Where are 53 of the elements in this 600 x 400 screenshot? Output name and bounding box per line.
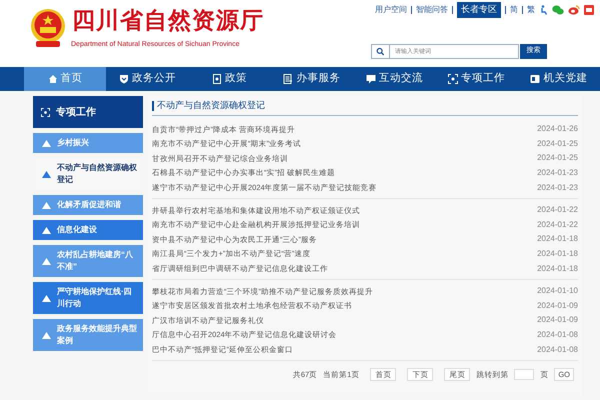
news-date: 2024-01-22 [537,204,578,216]
news-date: 2024-01-25 [537,152,578,164]
news-date: 2024-01-09 [537,300,578,312]
news-date: 2024-01-10 [537,285,578,298]
news-date: 2024-01-18 [537,248,578,260]
sidebar-item[interactable]: 信息化建设 [33,220,143,240]
news-date: 2024-01-22 [537,218,578,231]
nav-tab[interactable]: 政策 [188,67,271,91]
category-icon [42,201,51,209]
news-date: 2024-01-09 [537,314,578,326]
shield-icon [118,74,129,84]
chat-icon [366,74,376,84]
page-field[interactable] [514,368,534,380]
id-card-icon [530,74,540,84]
top-link[interactable]: 繁 [527,4,535,16]
emblem-icon [28,8,68,50]
nav-tab[interactable]: 办事服务 [270,67,354,91]
nav-tab[interactable]: 政务公开 [106,67,189,91]
nav-tab[interactable]: 互动交流 [353,67,436,91]
category-icon [42,294,51,302]
category-icon [42,139,51,147]
category-icon [42,331,51,339]
news-date: 2024-01-18 [537,262,578,275]
news-date: 2024-01-25 [537,138,578,150]
category-icon [42,170,51,178]
top-link[interactable]: 长者专区 [457,2,501,18]
top-link[interactable]: 智能问答 [416,4,448,16]
nav-tab[interactable]: 专项工作 [435,67,518,91]
weibo-icon[interactable] [568,4,580,15]
app-icon[interactable] [584,4,594,15]
sidebar-item[interactable]: 严守耕地保护红线·四川行动 [33,282,143,314]
top-link[interactable]: 用户空间 [375,4,407,16]
nav-tab[interactable]: 机关党建 [518,67,600,91]
news-date: 2024-01-23 [537,182,578,194]
sidebar-title: 专项工作 [56,106,96,120]
accessibility-icon[interactable] [539,4,548,15]
search-icon[interactable] [371,44,389,59]
news-date: 2024-01-26 [537,123,578,136]
section-title: 不动产与自然资源确权登记 [157,98,265,112]
top-link[interactable]: 简 [510,4,518,16]
site-title: 四川省自然资源厅 [72,9,264,32]
category-icon [42,226,51,234]
home-icon [48,74,58,84]
news-date: 2024-01-08 [537,344,578,356]
category-icon [42,257,51,265]
news-date: 2024-01-23 [537,167,578,180]
news-date: 2024-01-18 [537,233,578,246]
focus-icon [448,74,458,84]
document-icon [212,74,222,84]
wechat-icon[interactable] [552,4,564,15]
list-icon [283,74,294,84]
news-date: 2024-01-08 [537,329,578,342]
focus-icon [41,108,50,116]
